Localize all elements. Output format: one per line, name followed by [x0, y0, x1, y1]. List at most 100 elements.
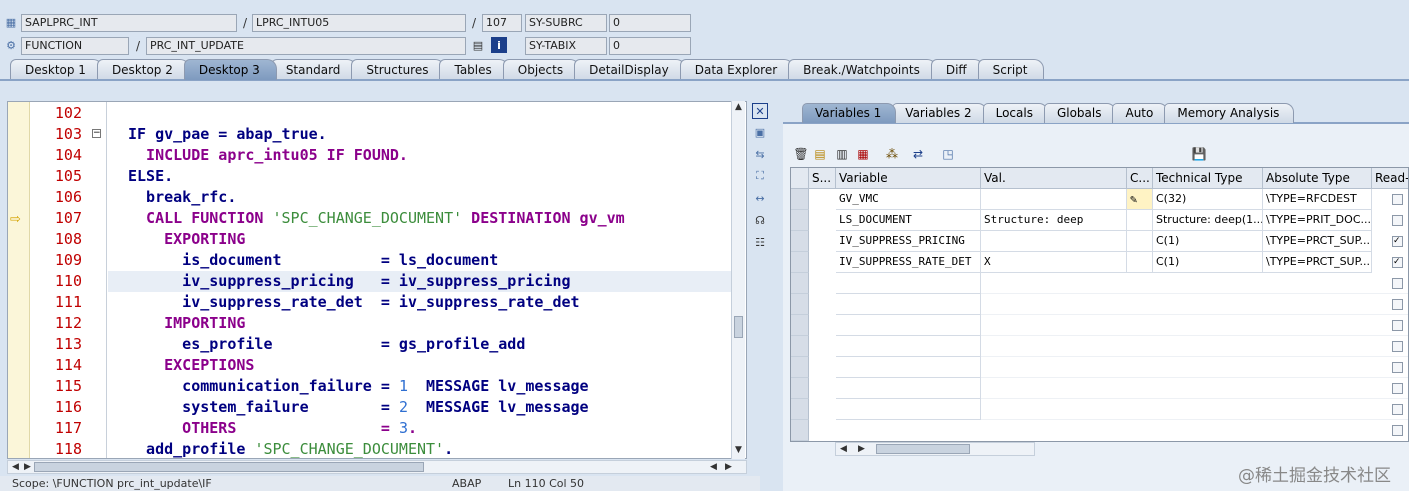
breakpoint-gutter[interactable]: [8, 102, 30, 458]
read-only-checkbox[interactable]: [1392, 215, 1403, 226]
row-selector[interactable]: [791, 273, 809, 294]
delete-icon[interactable]: 🗑: [793, 147, 809, 161]
variable-cell[interactable]: IV_SUPPRESS_PRICING: [836, 231, 981, 252]
tab-desktop-2[interactable]: Desktop 2: [96, 59, 190, 80]
value-cell[interactable]: [981, 231, 1127, 252]
empty-variable-cells[interactable]: [836, 273, 981, 420]
scroll-right-icon[interactable]: ▶: [858, 444, 865, 454]
scroll-right-icon[interactable]: ▶: [725, 462, 732, 472]
column-header-technical-type[interactable]: Technical Type: [1153, 168, 1263, 189]
close-icon[interactable]: ✕: [752, 103, 768, 119]
tab-auto[interactable]: Auto: [1112, 103, 1169, 123]
tab-detaildisplay[interactable]: DetailDisplay: [574, 59, 686, 80]
window-icon[interactable]: ◳: [940, 147, 956, 161]
scroll-thumb[interactable]: [734, 316, 743, 338]
variable-cell[interactable]: IV_SUPPRESS_RATE_DET: [836, 252, 981, 273]
tab-standard[interactable]: Standard: [270, 59, 358, 80]
code-vertical-scrollbar[interactable]: ▲ ▼: [731, 101, 745, 459]
read-only-checkbox[interactable]: [1392, 362, 1403, 373]
column-header-variable[interactable]: Variable: [836, 168, 981, 189]
read-only-checkbox[interactable]: [1392, 194, 1403, 205]
tab-locals[interactable]: Locals: [982, 103, 1048, 123]
grid-scroll-thumb[interactable]: [876, 444, 970, 454]
source-code-editor[interactable]: − ⇨ 102 103 104 105 106 107 108 109 110 …: [7, 101, 747, 459]
info-icon[interactable]: i: [491, 37, 507, 53]
edit-cell[interactable]: [1127, 252, 1153, 273]
row-selector[interactable]: [791, 315, 809, 336]
row-selector[interactable]: [791, 420, 809, 441]
function-name-field[interactable]: PRC_INT_UPDATE: [146, 37, 466, 55]
swap-icon[interactable]: ⇆: [752, 146, 768, 162]
tab-variables-2[interactable]: Variables 2: [892, 103, 987, 123]
headset-icon[interactable]: ☊: [752, 212, 768, 228]
tab-objects[interactable]: Objects: [502, 59, 581, 80]
value-cell[interactable]: X: [981, 252, 1127, 273]
row-selector[interactable]: [791, 252, 809, 273]
row-selector[interactable]: [791, 189, 809, 210]
include-field[interactable]: LPRC_INTU05: [252, 14, 466, 32]
tab-breakpoints[interactable]: Break./Watchpoints: [788, 59, 937, 80]
sysvar-tabix-name[interactable]: SY-TABIX: [525, 37, 607, 55]
h-scroll-thumb[interactable]: [34, 462, 424, 472]
read-only-checkbox[interactable]: [1392, 320, 1403, 331]
scroll-right-small-icon[interactable]: ▶: [24, 462, 31, 472]
scroll-up-icon[interactable]: ▲: [735, 102, 742, 112]
display-icon[interactable]: ▤: [470, 37, 486, 53]
save-icon[interactable]: 💾: [1191, 147, 1207, 161]
sysvar-tabix-value[interactable]: 0: [609, 37, 691, 55]
variable-cell[interactable]: LS_DOCUMENT: [836, 210, 981, 231]
column-header-read-only[interactable]: Read-O: [1372, 168, 1408, 189]
edit-cell[interactable]: [1127, 210, 1153, 231]
column-header-c[interactable]: C...: [1127, 168, 1153, 189]
transfer-icon[interactable]: ⇄: [910, 147, 926, 161]
read-only-checkbox[interactable]: [1392, 278, 1403, 289]
resize-icon[interactable]: ↔: [752, 190, 768, 206]
tree-icon[interactable]: ☷: [752, 234, 768, 250]
row-selector[interactable]: [791, 399, 809, 420]
tab-structures[interactable]: Structures: [351, 59, 446, 80]
read-only-checkbox-checked[interactable]: ✓: [1392, 236, 1403, 247]
read-only-checkbox-checked[interactable]: ✓: [1392, 257, 1403, 268]
row-selector[interactable]: [791, 231, 809, 252]
tab-data-explorer[interactable]: Data Explorer: [679, 59, 795, 80]
tab-variables-1[interactable]: Variables 1: [802, 103, 897, 123]
tab-memory-analysis[interactable]: Memory Analysis: [1164, 103, 1295, 123]
maximize-icon[interactable]: ⛶: [752, 168, 768, 184]
edit-cell[interactable]: [1127, 231, 1153, 252]
insert-icon[interactable]: ▤: [812, 147, 828, 161]
scroll-down-icon[interactable]: ▼: [735, 445, 742, 455]
row-selector[interactable]: [791, 336, 809, 357]
row-selector[interactable]: [791, 378, 809, 399]
read-only-checkbox[interactable]: [1392, 383, 1403, 394]
edit-cell[interactable]: ✎: [1127, 189, 1153, 210]
row-selector[interactable]: [791, 210, 809, 231]
column-header-s[interactable]: S...: [809, 168, 836, 189]
read-only-checkbox[interactable]: [1392, 425, 1403, 436]
variable-cell[interactable]: GV_VMC: [836, 189, 981, 210]
new-window-icon[interactable]: ▣: [752, 124, 768, 140]
column-header-value[interactable]: Val.: [981, 168, 1127, 189]
row-selector[interactable]: [791, 357, 809, 378]
list-icon[interactable]: ▥: [834, 147, 850, 161]
tab-diff[interactable]: Diff: [930, 59, 984, 80]
program-field[interactable]: SAPLPRC_INT: [21, 14, 237, 32]
tab-tables[interactable]: Tables: [439, 59, 509, 80]
row-selector[interactable]: [791, 294, 809, 315]
value-cell[interactable]: [981, 189, 1127, 210]
sysvar-subrc-value[interactable]: 0: [609, 14, 691, 32]
line-field[interactable]: 107: [482, 14, 522, 32]
column-header-absolute-type[interactable]: Absolute Type: [1263, 168, 1372, 189]
scroll-left-icon[interactable]: ◀: [840, 444, 847, 454]
scroll-left-icon[interactable]: ◀: [12, 462, 19, 472]
code-horizontal-scrollbar[interactable]: ◀ ▶ ◀ ▶: [7, 460, 747, 474]
column-header-select[interactable]: [791, 168, 809, 189]
scroll-left-end-icon[interactable]: ◀: [710, 462, 717, 472]
collapse-icon[interactable]: −: [92, 129, 101, 138]
group-icon[interactable]: ⁂: [884, 147, 900, 161]
tab-desktop-3[interactable]: Desktop 3: [183, 59, 277, 80]
read-only-checkbox[interactable]: [1392, 299, 1403, 310]
tab-globals[interactable]: Globals: [1043, 103, 1117, 123]
pencil-icon[interactable]: ✎: [1130, 192, 1137, 206]
read-only-checkbox[interactable]: [1392, 341, 1403, 352]
read-only-checkbox[interactable]: [1392, 404, 1403, 415]
